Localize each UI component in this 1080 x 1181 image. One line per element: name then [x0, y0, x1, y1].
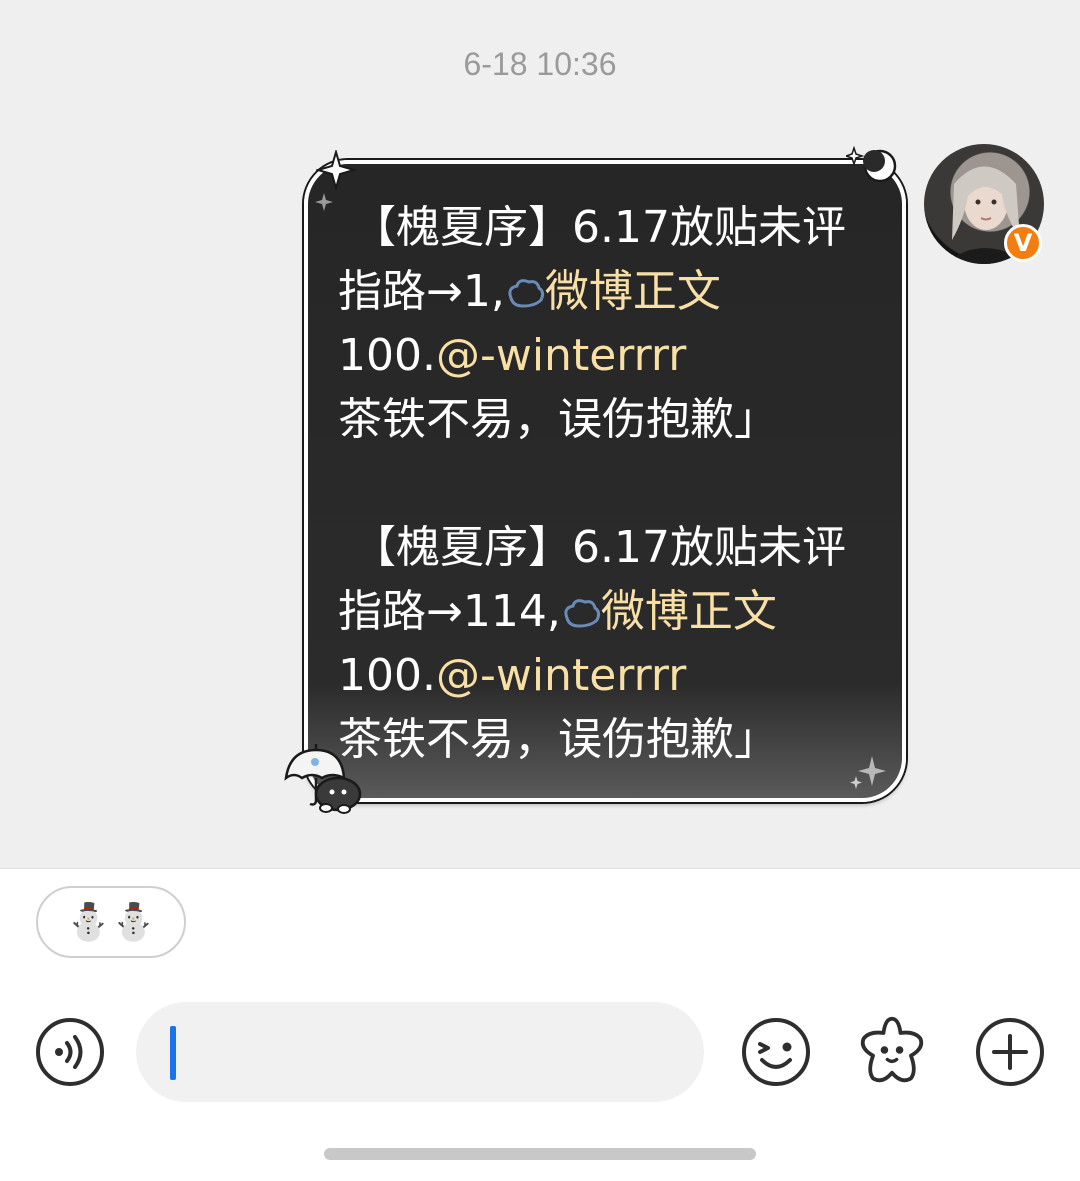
block1-line2: 指路→1, 微博正文: [338, 266, 721, 317]
moon-icon: [846, 146, 897, 183]
voice-icon[interactable]: [34, 1016, 106, 1088]
block1-line4: 茶铁不易，误伤抱歉」: [338, 394, 778, 445]
weibo-text-link[interactable]: 微博正文: [601, 586, 777, 637]
block2-line2: 指路→114, 微博正文: [338, 586, 777, 637]
message-timestamp: 6-18 10:36: [463, 46, 617, 82]
mention-link[interactable]: @-winterrrr: [436, 330, 686, 381]
emoji-icon[interactable]: [740, 1016, 812, 1088]
avatar[interactable]: V: [924, 144, 1044, 264]
mention-link[interactable]: @-winterrrr: [436, 650, 686, 701]
weibo-link-icon: [505, 266, 545, 317]
block1-line3: 100.@-winterrrr: [338, 330, 687, 381]
block2-line3: 100.@-winterrrr: [338, 650, 687, 701]
umbrella-pet-icon: [284, 744, 362, 814]
quick-reply-label: ⛄⛄: [66, 902, 156, 943]
sparkle-bottom-icon: [850, 756, 886, 789]
block2-line4: 茶铁不易，误伤抱歉」: [338, 714, 778, 765]
block2-line1: 【槐夏序】6.17放贴未评: [338, 522, 846, 573]
message-text: 【槐夏序】6.17放贴未评 指路→1, 微博正文 100.@-winterrrr 茶铁不…: [338, 196, 878, 772]
sparkle-small-icon: [315, 193, 333, 211]
text-cursor: [170, 1026, 176, 1080]
sticker-icon[interactable]: [856, 1014, 928, 1086]
chat-area: 6-18 10:36 V 【槐夏序】6.17放贴未评 指路→1, 微博正文 100.@…: [0, 0, 1080, 869]
message-bubble[interactable]: 【槐夏序】6.17放贴未评 指路→1, 微博正文 100.@-winterrrr 茶铁不…: [304, 160, 906, 802]
block1-line1: 【槐夏序】6.17放贴未评: [338, 202, 846, 253]
verified-badge: V: [1004, 224, 1042, 262]
add-icon[interactable]: [974, 1016, 1046, 1088]
weibo-text-link[interactable]: 微博正文: [545, 266, 721, 317]
message-input[interactable]: [136, 1002, 704, 1102]
home-indicator[interactable]: [324, 1148, 756, 1160]
weibo-link-icon: [561, 586, 601, 637]
sparkle-icon: [316, 150, 356, 190]
quick-reply-chip[interactable]: ⛄⛄: [36, 886, 186, 958]
